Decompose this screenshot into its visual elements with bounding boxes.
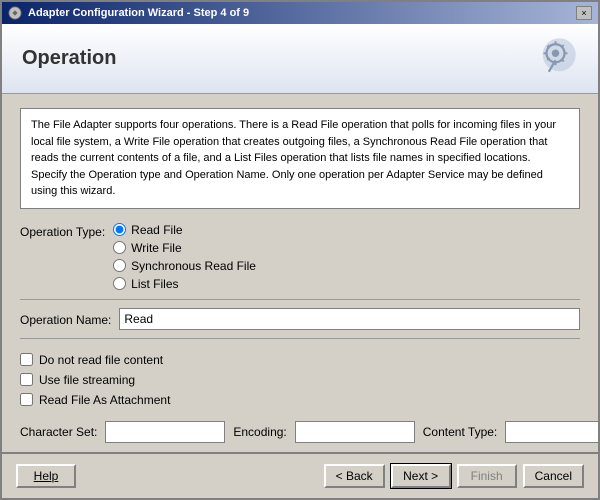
checkbox-attachment[interactable]: Read File As Attachment [20, 393, 580, 407]
checkbox-streaming-input[interactable] [20, 373, 33, 386]
radio-list-files[interactable]: List Files [113, 277, 256, 291]
encoding-row: Character Set: Encoding: Content Type: [20, 421, 580, 443]
radio-list-files-label: List Files [131, 277, 178, 291]
character-set-label: Character Set: [20, 425, 97, 439]
radio-write-file-label: Write File [131, 241, 181, 255]
radio-write-file[interactable]: Write File [113, 241, 256, 255]
operation-name-label: Operation Name: [20, 311, 111, 327]
page-title: Operation [22, 47, 116, 70]
close-button[interactable]: × [576, 6, 592, 20]
footer-right: < Back Next > Finish Cancel [324, 464, 584, 488]
footer-left: Help [16, 464, 76, 488]
header-banner: Operation [2, 24, 598, 94]
checkbox-no-read-label: Do not read file content [39, 353, 163, 367]
checkbox-group: Do not read file content Use file stream… [20, 353, 580, 407]
character-set-input[interactable] [105, 421, 225, 443]
checkbox-attachment-label: Read File As Attachment [39, 393, 170, 407]
operation-type-label: Operation Type: [20, 223, 105, 239]
content-type-input[interactable] [505, 421, 598, 443]
encoding-label: Encoding: [233, 425, 286, 439]
title-bar: Adapter Configuration Wizard - Step 4 of… [2, 2, 598, 24]
checkbox-no-read[interactable]: Do not read file content [20, 353, 580, 367]
finish-button[interactable]: Finish [457, 464, 517, 488]
radio-sync-read-file-label: Synchronous Read File [131, 259, 256, 273]
wizard-window: Adapter Configuration Wizard - Step 4 of… [0, 0, 600, 500]
footer: Help < Back Next > Finish Cancel [2, 452, 598, 498]
content-type-label: Content Type: [423, 425, 498, 439]
next-button[interactable]: Next > [391, 464, 451, 488]
title-bar-icon [8, 6, 22, 20]
operation-name-input[interactable] [119, 308, 580, 330]
radio-read-file-label: Read File [131, 223, 182, 237]
wizard-icon [518, 31, 578, 86]
title-text: Adapter Configuration Wizard - Step 4 of… [28, 7, 249, 19]
back-button[interactable]: < Back [324, 464, 385, 488]
radio-write-file-input[interactable] [113, 241, 126, 254]
checkbox-no-read-input[interactable] [20, 353, 33, 366]
radio-list-files-input[interactable] [113, 277, 126, 290]
checkbox-streaming[interactable]: Use file streaming [20, 373, 580, 387]
operation-type-row: Operation Type: Read File Write File Syn… [20, 223, 580, 291]
encoding-input[interactable] [295, 421, 415, 443]
description-text: The File Adapter supports four operation… [20, 108, 580, 209]
radio-sync-read-file-input[interactable] [113, 259, 126, 272]
radio-sync-read-file[interactable]: Synchronous Read File [113, 259, 256, 273]
radio-read-file[interactable]: Read File [113, 223, 256, 237]
content-area: The File Adapter supports four operation… [2, 94, 598, 452]
checkbox-attachment-input[interactable] [20, 393, 33, 406]
help-button[interactable]: Help [16, 464, 76, 488]
radio-group: Read File Write File Synchronous Read Fi… [113, 223, 256, 291]
radio-read-file-input[interactable] [113, 223, 126, 236]
cancel-button[interactable]: Cancel [523, 464, 584, 488]
checkbox-streaming-label: Use file streaming [39, 373, 135, 387]
operation-name-row: Operation Name: [20, 299, 580, 339]
